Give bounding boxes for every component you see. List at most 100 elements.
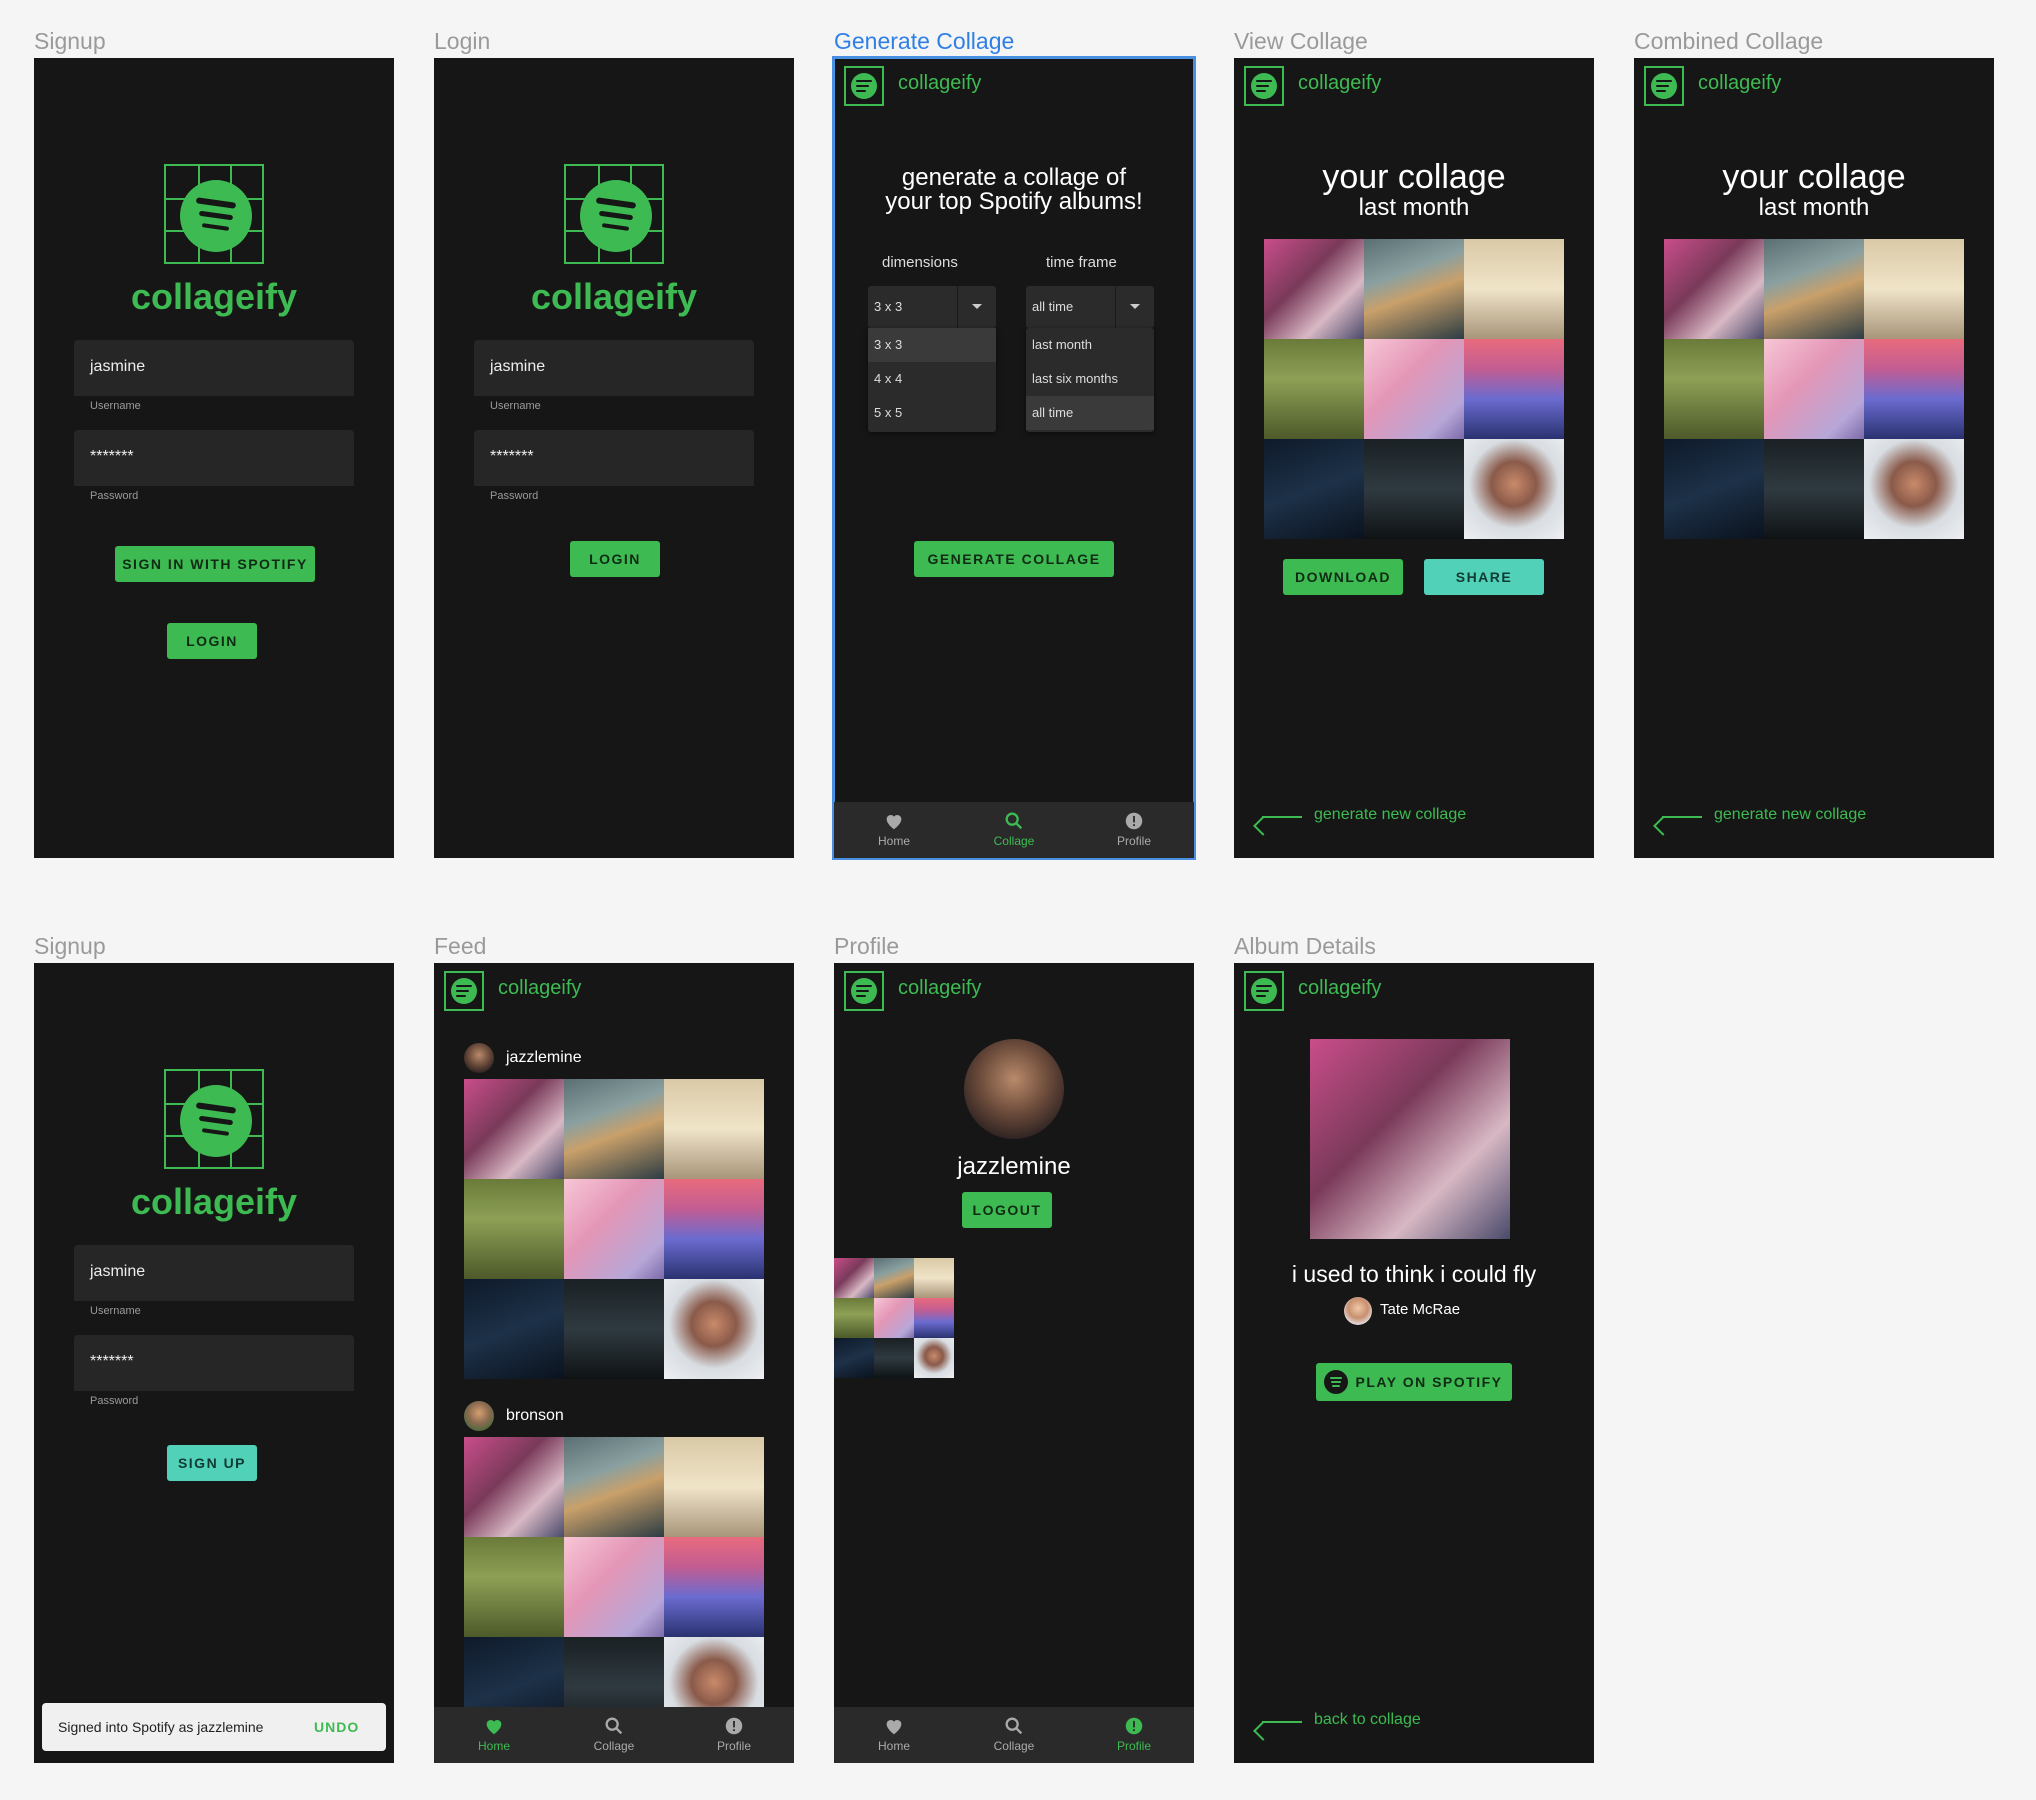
- avatar[interactable]: [464, 1043, 494, 1073]
- album-tile[interactable]: [1864, 239, 1964, 339]
- nav-home[interactable]: Home: [834, 1715, 954, 1753]
- timeframe-option[interactable]: last six months: [1026, 362, 1154, 396]
- username-value: jasmine: [90, 1263, 146, 1280]
- frame-label-view: View Collage: [1234, 28, 1368, 54]
- sign-in-spotify-button[interactable]: SIGN IN WITH SPOTIFY: [115, 546, 315, 582]
- album-tile[interactable]: [664, 1179, 764, 1279]
- album-tile[interactable]: [664, 1537, 764, 1637]
- avatar[interactable]: [464, 1401, 494, 1431]
- brand-title: collageify: [898, 72, 982, 94]
- album-tile[interactable]: [564, 1279, 664, 1379]
- password-field[interactable]: *******: [74, 1335, 354, 1391]
- album-tile[interactable]: [664, 1437, 764, 1537]
- download-button[interactable]: DOWNLOAD: [1283, 559, 1403, 595]
- signup2-frame: collageify jasmine Username ******* Pass…: [34, 963, 394, 1763]
- album-title: i used to think i could fly: [1291, 1261, 1537, 1287]
- album-cover: [1310, 1039, 1510, 1239]
- album-tile[interactable]: [464, 1079, 564, 1179]
- album-tile[interactable]: [1764, 439, 1864, 539]
- arrow-left-icon[interactable]: [1262, 1721, 1302, 1723]
- arrow-left-icon[interactable]: [1662, 816, 1702, 818]
- undo-button[interactable]: UNDO: [314, 1719, 359, 1735]
- nav-profile[interactable]: Profile: [1074, 1715, 1194, 1753]
- dimension-option[interactable]: 4 x 4: [868, 362, 996, 396]
- heart-icon: [886, 1720, 902, 1735]
- nav-collage[interactable]: Collage: [554, 1715, 674, 1753]
- feed-username[interactable]: bronson: [506, 1407, 564, 1425]
- collage-thumbnail[interactable]: [834, 1258, 954, 1378]
- password-field[interactable]: *******: [74, 430, 354, 486]
- nav-collage-label: Collage: [993, 1739, 1035, 1753]
- artist-name[interactable]: Tate McRae: [1380, 1301, 1460, 1318]
- timeframe-option[interactable]: last month: [1026, 328, 1154, 362]
- dimension-option[interactable]: 3 x 3: [868, 328, 996, 362]
- generate-new-collage-link[interactable]: generate new collage: [1714, 806, 1866, 824]
- password-value: *******: [90, 1353, 134, 1370]
- feed-username[interactable]: jazzlemine: [506, 1049, 582, 1067]
- nav-home[interactable]: Home: [834, 810, 954, 848]
- share-button[interactable]: SHARE: [1424, 559, 1544, 595]
- album-tile[interactable]: [464, 1279, 564, 1379]
- album-tile[interactable]: [464, 1537, 564, 1637]
- search-icon: [1005, 1717, 1023, 1735]
- heading-line2: your top Spotify albums!: [885, 188, 1143, 215]
- album-tile[interactable]: [1364, 439, 1464, 539]
- album-tile[interactable]: [1864, 339, 1964, 439]
- album-tile[interactable]: [1764, 339, 1864, 439]
- album-tile[interactable]: [1864, 439, 1964, 539]
- album-tile[interactable]: [564, 1537, 664, 1637]
- album-tile[interactable]: [664, 1279, 764, 1379]
- login-button[interactable]: LOGIN: [570, 541, 660, 577]
- album-tile[interactable]: [1264, 439, 1364, 539]
- nav-collage[interactable]: Collage: [954, 810, 1074, 848]
- login-button[interactable]: LOGIN: [167, 623, 257, 659]
- dimensions-select[interactable]: 3 x 3: [868, 286, 996, 328]
- snackbar-message: Signed into Spotify as jazzlemine: [58, 1719, 264, 1735]
- album-tile[interactable]: [664, 1079, 764, 1179]
- album-tile[interactable]: [1464, 239, 1564, 339]
- username-field[interactable]: jasmine: [474, 340, 754, 396]
- album-tile[interactable]: [464, 1179, 564, 1279]
- username-field[interactable]: jasmine: [74, 340, 354, 396]
- arrow-left-icon[interactable]: [1262, 816, 1302, 818]
- chevron-down-icon[interactable]: [1115, 286, 1154, 328]
- spotify-logo-icon: [564, 164, 664, 264]
- brand-title: collageify: [130, 1181, 298, 1222]
- album-frame: collageify i used to think i could fly T…: [1234, 963, 1594, 1763]
- generate-collage-button[interactable]: GENERATE COLLAGE: [914, 541, 1114, 577]
- album-tile[interactable]: [1764, 239, 1864, 339]
- nav-profile[interactable]: Profile: [1074, 810, 1194, 848]
- timeframe-select[interactable]: all time: [1026, 286, 1154, 328]
- nav-home[interactable]: Home: [434, 1715, 554, 1753]
- album-tile[interactable]: [564, 1179, 664, 1279]
- avatar: [964, 1039, 1064, 1139]
- dimensions-label: dimensions: [882, 254, 958, 271]
- play-on-spotify-button[interactable]: PLAY ON SPOTIFY: [1316, 1363, 1512, 1401]
- album-tile[interactable]: [1364, 339, 1464, 439]
- album-tile[interactable]: [1264, 239, 1364, 339]
- heart-icon: [486, 1720, 502, 1735]
- username-helper: Username: [490, 400, 541, 412]
- logout-button[interactable]: LOGOUT: [962, 1192, 1052, 1228]
- album-tile[interactable]: [564, 1079, 664, 1179]
- album-tile[interactable]: [1364, 239, 1464, 339]
- chevron-down-icon[interactable]: [957, 286, 996, 328]
- album-tile[interactable]: [464, 1437, 564, 1537]
- album-tile[interactable]: [1664, 439, 1764, 539]
- album-tile[interactable]: [1264, 339, 1364, 439]
- album-tile[interactable]: [1664, 239, 1764, 339]
- album-tile[interactable]: [564, 1437, 664, 1537]
- generate-new-collage-link[interactable]: generate new collage: [1314, 806, 1466, 824]
- album-tile[interactable]: [1464, 439, 1564, 539]
- dimensions-selected: 3 x 3: [874, 299, 903, 314]
- nav-profile[interactable]: Profile: [674, 1715, 794, 1753]
- dimension-option[interactable]: 5 x 5: [868, 396, 996, 430]
- password-field[interactable]: *******: [474, 430, 754, 486]
- album-tile[interactable]: [1464, 339, 1564, 439]
- album-tile[interactable]: [1664, 339, 1764, 439]
- timeframe-option[interactable]: all time: [1026, 396, 1154, 430]
- sign-up-button[interactable]: SIGN UP: [167, 1445, 257, 1481]
- username-field[interactable]: jasmine: [74, 1245, 354, 1301]
- back-to-collage-link[interactable]: back to collage: [1314, 1711, 1421, 1729]
- nav-collage[interactable]: Collage: [954, 1715, 1074, 1753]
